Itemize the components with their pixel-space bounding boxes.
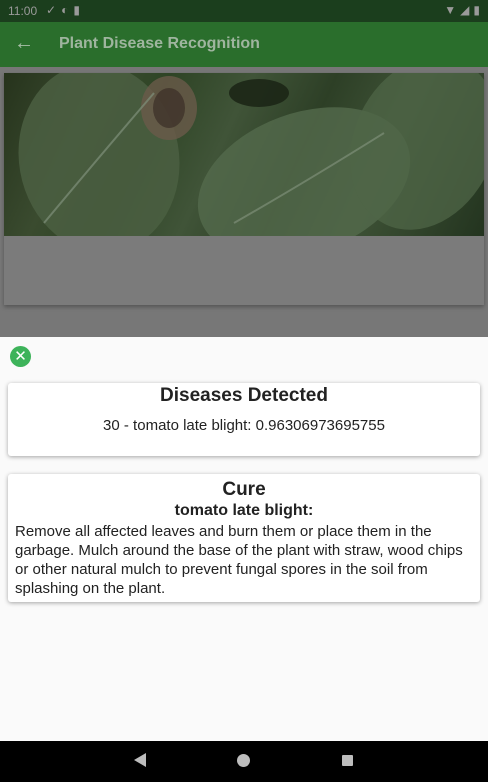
plant-leaf-image	[4, 73, 484, 259]
nav-recents-icon[interactable]	[342, 755, 353, 766]
cure-title: Cure	[222, 479, 266, 500]
app-title: Plant Disease Recognition	[59, 35, 260, 52]
wifi-icon: ▼	[444, 3, 457, 17]
nav-home-icon[interactable]	[237, 754, 250, 767]
app-bar: ← Plant Disease Recognition	[0, 22, 488, 67]
cure-description: Remove all affected leaves and burn them…	[15, 523, 463, 597]
sd-card-icon: ▮	[73, 3, 80, 17]
cure-disease-name: tomato late blight:	[174, 502, 314, 519]
data-saver-icon: ◐	[61, 3, 69, 17]
battery-icon: ▮	[473, 3, 480, 17]
arrow-back-icon[interactable]: ←	[12, 32, 36, 56]
close-circle-icon[interactable]: ✕	[10, 346, 31, 367]
check-icon: ✓	[46, 3, 57, 17]
prediction-result: 30 - tomato late blight: 0.9630697369575…	[103, 417, 385, 434]
image-card	[4, 73, 484, 305]
results-bottom-sheet: ✕ Diseases Detected 30 - tomato late bli…	[0, 337, 488, 741]
status-time: 11:00	[8, 4, 38, 18]
diseases-detected-card: Diseases Detected 30 - tomato late bligh…	[8, 383, 480, 456]
signal-icon: ◢	[460, 3, 470, 17]
diseases-title: Diseases Detected	[160, 385, 328, 406]
system-nav-bar	[0, 741, 488, 782]
status-icons-left: ✓ ◐ ▮	[46, 3, 80, 17]
status-bar: 11:00 ✓ ◐ ▮ ▼ ◢ ▮	[0, 0, 488, 22]
scrim-background[interactable]	[0, 67, 488, 337]
nav-back-icon[interactable]	[134, 753, 146, 767]
leaf-illustration	[18, 73, 484, 259]
status-icons-right: ▼ ◢ ▮	[444, 3, 480, 17]
cure-card: Cure tomato late blight: Remove all affe…	[8, 474, 480, 602]
